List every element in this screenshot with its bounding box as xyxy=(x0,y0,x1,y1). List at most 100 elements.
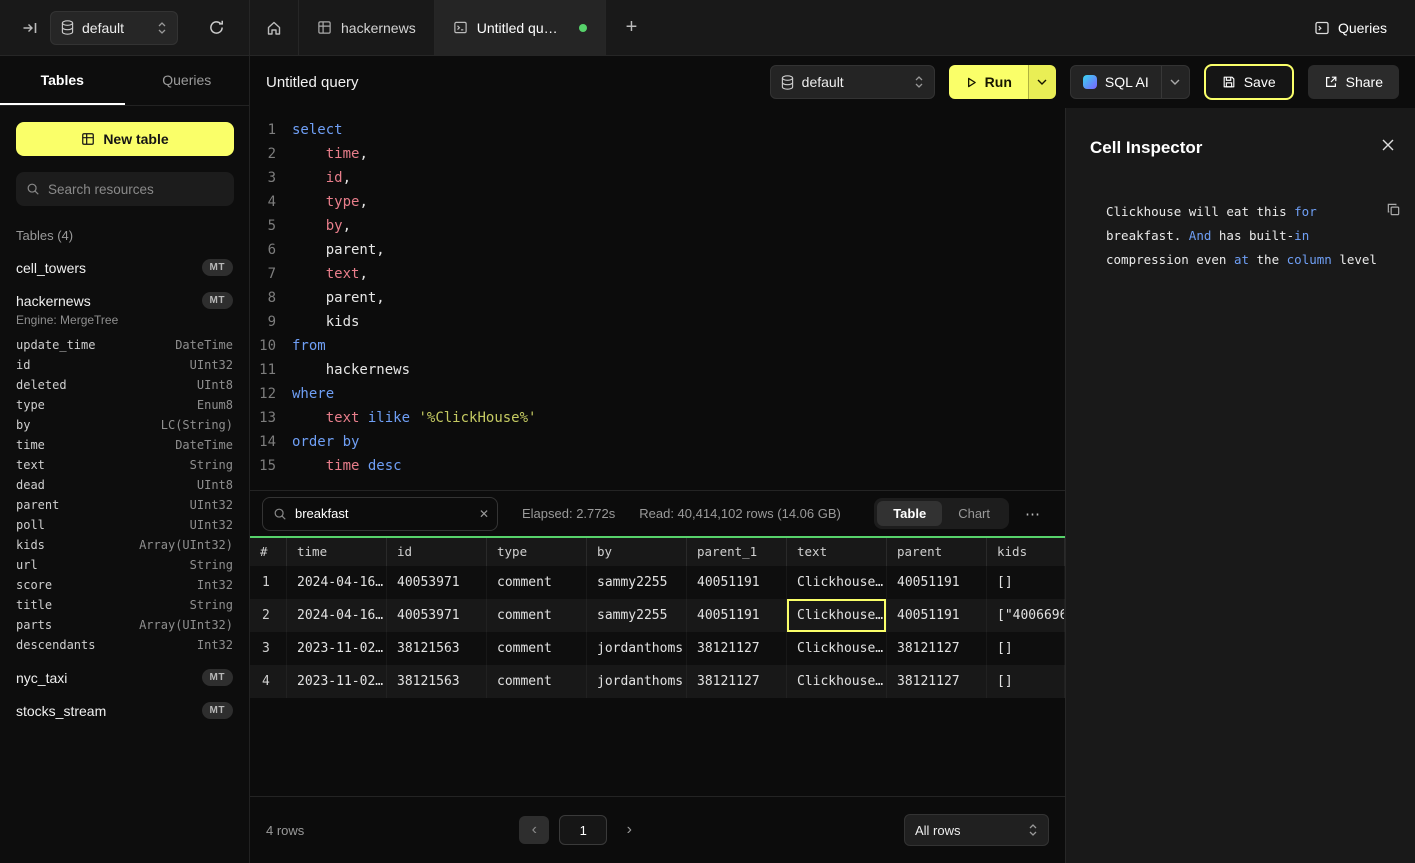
row-index[interactable]: 3 xyxy=(250,632,287,665)
copy-icon[interactable] xyxy=(1386,202,1401,222)
tab-untitled-query[interactable]: Untitled qu… xyxy=(435,0,606,55)
column-row[interactable]: titleString xyxy=(0,595,249,615)
sidebar-tab-tables[interactable]: Tables xyxy=(0,56,125,105)
table-cell[interactable]: comment xyxy=(487,566,587,599)
more-options-button[interactable]: ⋯ xyxy=(1025,505,1041,523)
page-number-input[interactable] xyxy=(559,815,607,845)
column-row[interactable]: byLC(String) xyxy=(0,415,249,435)
collapse-sidebar-button[interactable] xyxy=(22,20,38,36)
table-cell[interactable]: 40051191 xyxy=(887,599,987,632)
table-cell[interactable]: comment xyxy=(487,632,587,665)
table-cell[interactable]: 40051191 xyxy=(687,566,787,599)
column-header[interactable]: # xyxy=(250,538,287,566)
column-row[interactable]: descendantsInt32 xyxy=(0,635,249,655)
table-cell[interactable]: Clickhouse… xyxy=(787,665,887,698)
database-selector[interactable]: default xyxy=(50,11,178,45)
new-tab-button[interactable]: + xyxy=(610,0,654,55)
column-row[interactable]: partsArray(UInt32) xyxy=(0,615,249,635)
table-cell[interactable]: jordanthoms xyxy=(587,665,687,698)
sidebar-tab-queries[interactable]: Queries xyxy=(125,56,250,105)
table-cell[interactable]: Clickhouse… xyxy=(787,599,887,632)
table-cell[interactable]: comment xyxy=(487,665,587,698)
table-cell[interactable]: 38121563 xyxy=(387,665,487,698)
row-index[interactable]: 1 xyxy=(250,566,287,599)
table-cell[interactable]: 40053971 xyxy=(387,599,487,632)
sql-ai-button[interactable]: SQL AI xyxy=(1071,66,1161,98)
column-row[interactable]: deadUInt8 xyxy=(0,475,249,495)
column-row[interactable]: urlString xyxy=(0,555,249,575)
table-cell[interactable]: 38121127 xyxy=(887,632,987,665)
table-cell[interactable]: 40051191 xyxy=(687,599,787,632)
page-size-select[interactable]: All rows xyxy=(904,814,1049,846)
column-row[interactable]: typeEnum8 xyxy=(0,395,249,415)
column-row[interactable]: scoreInt32 xyxy=(0,575,249,595)
row-index[interactable]: 2 xyxy=(250,599,287,632)
column-header[interactable]: type xyxy=(487,538,587,566)
share-button[interactable]: Share xyxy=(1308,65,1399,99)
previous-page-button[interactable]: ‹ xyxy=(519,816,549,844)
column-header[interactable]: time xyxy=(287,538,387,566)
tab-home[interactable] xyxy=(250,0,299,55)
close-icon[interactable] xyxy=(1381,138,1395,157)
column-header[interactable]: text xyxy=(787,538,887,566)
search-resources-input[interactable] xyxy=(48,182,225,197)
save-button[interactable]: Save xyxy=(1204,64,1294,100)
run-options-button[interactable] xyxy=(1028,65,1056,99)
table-cell[interactable]: 40053971 xyxy=(387,566,487,599)
table-cell[interactable]: 2023-11-02… xyxy=(287,632,387,665)
column-row[interactable]: parentUInt32 xyxy=(0,495,249,515)
table-cell[interactable]: 38121127 xyxy=(887,665,987,698)
table-cell[interactable]: sammy2255 xyxy=(587,599,687,632)
column-header[interactable]: id xyxy=(387,538,487,566)
code-text: text, xyxy=(292,262,368,286)
column-header[interactable]: parent xyxy=(887,538,987,566)
table-cell[interactable]: 38121563 xyxy=(387,632,487,665)
table-cell[interactable]: jordanthoms xyxy=(587,632,687,665)
sql-ai-options-button[interactable] xyxy=(1161,66,1189,98)
table-cell[interactable]: [] xyxy=(987,566,1065,599)
table-cell[interactable]: [] xyxy=(987,665,1065,698)
sidebar-table-item[interactable]: stocks_streamMT xyxy=(0,694,249,727)
column-row[interactable]: textString xyxy=(0,455,249,475)
tab-hackernews[interactable]: hackernews xyxy=(299,0,435,55)
column-row[interactable]: kidsArray(UInt32) xyxy=(0,535,249,555)
new-table-button[interactable]: New table xyxy=(16,122,234,156)
sidebar-table-item[interactable]: nyc_taxiMT xyxy=(0,661,249,694)
refresh-button[interactable] xyxy=(208,19,225,36)
table-cell[interactable]: 38121127 xyxy=(687,665,787,698)
table-cell[interactable]: 38121127 xyxy=(687,632,787,665)
next-page-button[interactable]: › xyxy=(617,821,641,839)
table-cell[interactable]: Clickhouse… xyxy=(787,632,887,665)
row-index[interactable]: 4 xyxy=(250,665,287,698)
table-cell[interactable]: sammy2255 xyxy=(587,566,687,599)
results-search-input[interactable] xyxy=(295,506,471,521)
column-row[interactable]: deletedUInt8 xyxy=(0,375,249,395)
column-row[interactable]: pollUInt32 xyxy=(0,515,249,535)
table-cell[interactable]: 2024-04-16… xyxy=(287,566,387,599)
tables-list: cell_towersMThackernewsMTEngine: MergeTr… xyxy=(0,251,249,727)
table-cell[interactable]: Clickhouse… xyxy=(787,566,887,599)
column-header[interactable]: by xyxy=(587,538,687,566)
column-row[interactable]: idUInt32 xyxy=(0,355,249,375)
column-header[interactable]: parent_1 xyxy=(687,538,787,566)
run-button[interactable]: Run xyxy=(949,65,1028,99)
table-cell[interactable]: comment xyxy=(487,599,587,632)
queries-button[interactable]: Queries xyxy=(1314,20,1387,36)
view-toggle-table[interactable]: Table xyxy=(877,501,942,526)
table-cell[interactable]: 40051191 xyxy=(887,566,987,599)
clear-search-button[interactable]: ✕ xyxy=(479,507,489,521)
view-toggle-chart[interactable]: Chart xyxy=(942,501,1006,526)
query-database-selector[interactable]: default xyxy=(770,65,935,99)
column-name: kids xyxy=(16,538,45,552)
column-name: text xyxy=(16,458,45,472)
table-cell[interactable]: ["40066964… xyxy=(987,599,1065,632)
column-row[interactable]: timeDateTime xyxy=(0,435,249,455)
sql-ai-label: SQL AI xyxy=(1105,74,1149,90)
sql-editor[interactable]: 1select2 time,3 id,4 type,5 by,6 parent,… xyxy=(250,108,1065,490)
column-row[interactable]: update_timeDateTime xyxy=(0,335,249,355)
table-cell[interactable]: 2024-04-16… xyxy=(287,599,387,632)
table-cell[interactable]: [] xyxy=(987,632,1065,665)
column-header[interactable]: kids xyxy=(987,538,1065,566)
table-cell[interactable]: 2023-11-02… xyxy=(287,665,387,698)
sidebar-table-item[interactable]: cell_towersMT xyxy=(0,251,249,284)
